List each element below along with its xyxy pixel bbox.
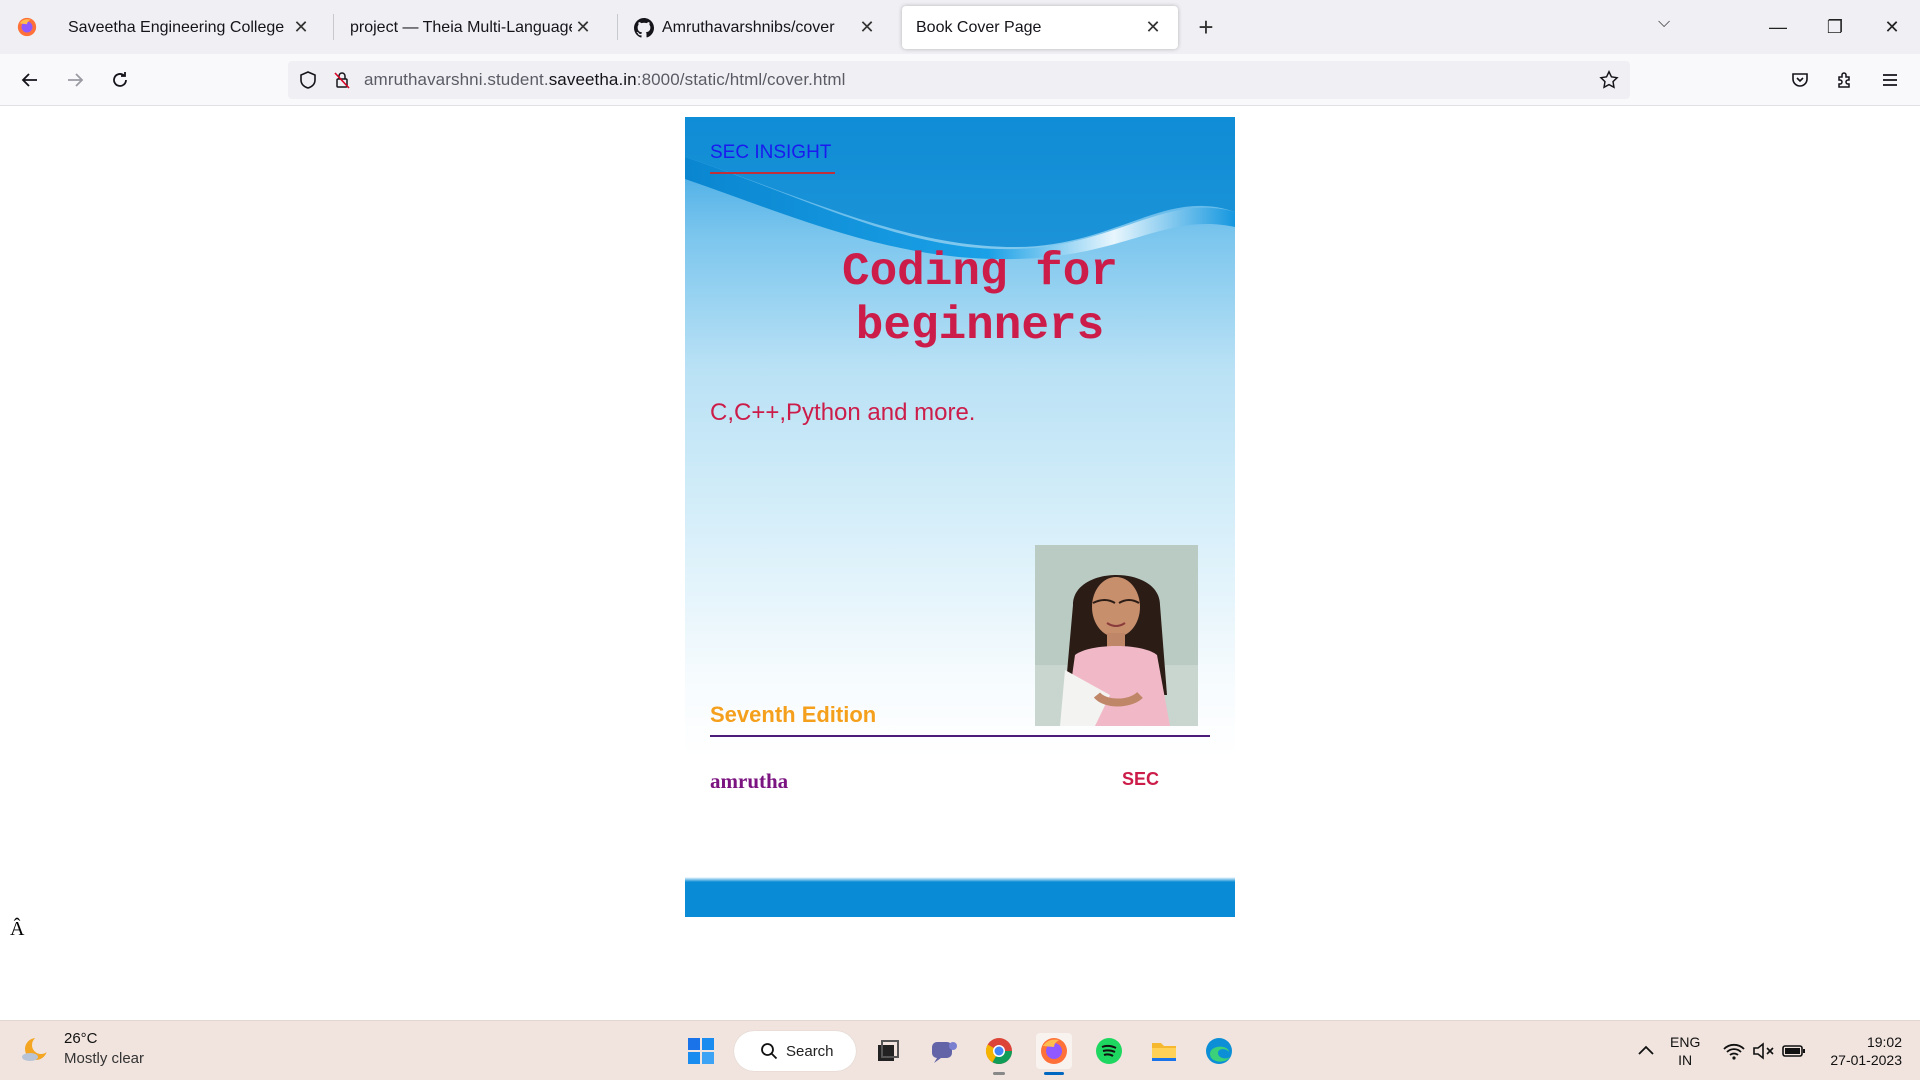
- reload-button[interactable]: [104, 64, 136, 96]
- firefox-menu-icon[interactable]: [0, 0, 54, 54]
- address-bar[interactable]: amruthavarshni.student.saveetha.in:8000/…: [288, 61, 1630, 99]
- author-name: amrutha: [710, 769, 789, 793]
- puzzle-piece-icon: [1838, 72, 1850, 88]
- running-indicator: [1044, 1072, 1064, 1075]
- tab-title: Amruthavarshnibs/cover: [662, 18, 835, 36]
- battery-icon: [1782, 1045, 1805, 1057]
- chrome-icon: [985, 1038, 1013, 1065]
- tab-strip: Saveetha Engineering College ✕ project —…: [0, 0, 1920, 54]
- windows-logo-icon: [688, 1038, 714, 1064]
- spotify-icon: [1096, 1038, 1122, 1064]
- edge-icon: [1206, 1038, 1232, 1064]
- start-button[interactable]: [683, 1033, 719, 1069]
- tab-separator: [617, 14, 618, 40]
- book-title-line-1: Coding for: [841, 246, 1119, 298]
- task-view-button[interactable]: [870, 1033, 906, 1069]
- tab-github-cover[interactable]: Amruthavarshnibs/cover ✕: [620, 6, 892, 49]
- running-indicator: [993, 1072, 1005, 1075]
- edge-button[interactable]: [1201, 1033, 1237, 1069]
- bookmark-star-icon[interactable]: [1598, 69, 1620, 91]
- language-code: ENG: [1670, 1034, 1701, 1050]
- tracking-protection-shield-icon[interactable]: [298, 70, 318, 90]
- hamburger-menu-icon: [1883, 74, 1897, 86]
- book-cover: SEC INSIGHT Coding for beginners C,C++,P…: [685, 117, 1235, 917]
- app-menu-button[interactable]: [1874, 64, 1906, 96]
- tab-separator: [333, 14, 334, 40]
- insecure-connection-lock-icon[interactable]: [332, 70, 352, 90]
- close-tab-icon[interactable]: ✕: [290, 17, 312, 38]
- url-text[interactable]: amruthavarshni.student.saveetha.in:8000/…: [364, 70, 846, 90]
- tab-title: Book Cover Page: [916, 18, 1042, 36]
- weather-widget[interactable]: 26°C Mostly clear: [20, 1029, 144, 1069]
- url-suffix: :8000/static/html/cover.html: [636, 70, 846, 89]
- windows-taskbar: 26°C Mostly clear Search ENG IN 19:02 27…: [0, 1020, 1920, 1080]
- navigation-toolbar: amruthavarshni.student.saveetha.in:8000/…: [0, 54, 1920, 106]
- new-tab-button[interactable]: +: [1190, 12, 1222, 44]
- back-arrow-icon: [21, 73, 37, 87]
- close-window-icon[interactable]: ✕: [1872, 12, 1912, 42]
- forward-arrow-icon: [68, 73, 84, 87]
- pocket-button[interactable]: [1784, 64, 1816, 96]
- moon-cloud-icon: [22, 1036, 50, 1061]
- close-tab-icon[interactable]: ✕: [856, 17, 878, 38]
- close-tab-icon[interactable]: ✕: [572, 17, 594, 38]
- author-photo: [1035, 545, 1198, 726]
- region-code: IN: [1678, 1052, 1693, 1068]
- chat-icon: [932, 1042, 957, 1063]
- pocket-icon: [1792, 73, 1808, 87]
- chevron-up-icon: [1638, 1045, 1654, 1055]
- input-language-indicator[interactable]: ENG IN: [1670, 1033, 1700, 1069]
- clock-time: 19:02: [1866, 1034, 1902, 1050]
- spotify-button[interactable]: [1091, 1033, 1127, 1069]
- wifi-icon: [1723, 1043, 1745, 1060]
- clock[interactable]: 19:02 27-01-2023: [1820, 1033, 1902, 1069]
- clock-date: 27-01-2023: [1830, 1052, 1902, 1068]
- chrome-button[interactable]: [981, 1033, 1017, 1075]
- book-subtitle: C,C++,Python and more.: [710, 399, 976, 426]
- book-title-line-2: beginners: [855, 300, 1105, 352]
- weather-description: Mostly clear: [64, 1050, 145, 1067]
- tab-title: project — Theia Multi-Language Ex: [350, 18, 572, 36]
- tab-saveetha[interactable]: Saveetha Engineering College ✕: [54, 6, 326, 49]
- publisher-name: SEC: [1122, 769, 1160, 789]
- search-label: Search: [786, 1042, 834, 1060]
- show-hidden-icons-button[interactable]: [1628, 1033, 1664, 1069]
- brand-label: SEC INSIGHT: [710, 142, 835, 174]
- edition-label: Seventh Edition: [710, 702, 877, 727]
- weather-temperature: 26°C: [64, 1030, 98, 1047]
- extensions-button[interactable]: [1829, 64, 1861, 96]
- forward-button[interactable]: [59, 64, 91, 96]
- back-button[interactable]: [14, 64, 46, 96]
- firefox-button[interactable]: [1036, 1033, 1072, 1075]
- reload-icon: [113, 72, 127, 87]
- url-prefix: amruthavarshni.student.: [364, 70, 549, 89]
- task-view-icon: [878, 1040, 899, 1061]
- github-icon: [634, 17, 654, 38]
- speaker-muted-icon: [1753, 1042, 1774, 1060]
- battery-status[interactable]: [1776, 1033, 1812, 1069]
- teams-chat-button[interactable]: [926, 1033, 962, 1069]
- taskbar-search[interactable]: Search: [734, 1031, 856, 1071]
- book-title: Coding for beginners: [685, 245, 1235, 353]
- minimize-window-icon[interactable]: —: [1758, 12, 1798, 42]
- url-host: saveetha.in: [548, 70, 637, 89]
- file-explorer-button[interactable]: [1146, 1033, 1182, 1069]
- list-all-tabs-icon[interactable]: ⌵: [1658, 14, 1670, 32]
- edition-divider: [710, 735, 1210, 737]
- restore-window-icon[interactable]: ❐: [1815, 12, 1855, 42]
- firefox-icon: [1041, 1038, 1067, 1064]
- search-icon: [761, 1043, 778, 1060]
- tab-theia-project[interactable]: project — Theia Multi-Language Ex ✕: [336, 6, 608, 49]
- tab-book-cover[interactable]: Book Cover Page ✕: [902, 6, 1178, 49]
- folder-icon: [1152, 1043, 1176, 1061]
- page-viewport: SEC INSIGHT Coding for beginners C,C++,P…: [0, 106, 1920, 1020]
- tab-title: Saveetha Engineering College: [68, 18, 285, 36]
- stray-character: Â: [10, 918, 25, 940]
- close-tab-icon[interactable]: ✕: [1142, 17, 1164, 38]
